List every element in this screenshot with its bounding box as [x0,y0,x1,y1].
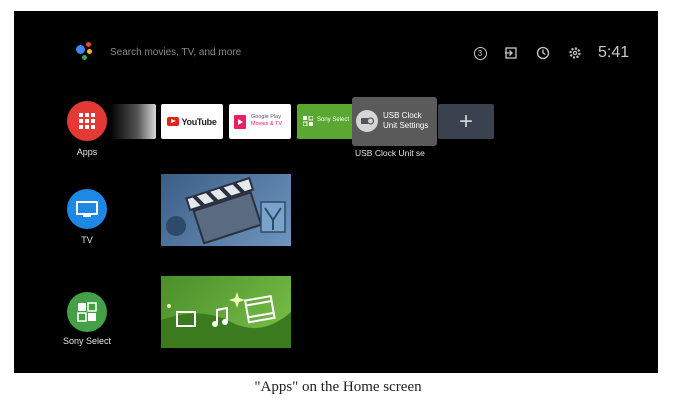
usb-card-title-line1: USB Clock [383,111,422,120]
tv-icon [76,201,98,217]
apps-button[interactable] [67,101,107,141]
clock-time: 5:41 [598,44,630,61]
input-icon[interactable] [504,46,518,60]
google-assistant-icon[interactable] [76,41,98,63]
youtube-play-icon [167,117,180,126]
google-play-movies-card[interactable]: Google Play Movies & TV [229,104,291,139]
google-play-line2: Movies & TV [251,121,283,127]
tv-label: TV [81,235,93,245]
usb-card-title-line2: Unit Settings [383,120,429,130]
add-icon: + [458,107,473,135]
google-play-movies-icon [234,115,246,129]
clapperboard-icon [166,176,286,245]
sony-select-content-thumbnail[interactable] [161,276,291,348]
sony-select-icon [77,302,97,322]
tv-button[interactable] [67,189,107,229]
tv-content-thumbnail[interactable] [161,174,291,246]
tv-home-screen: Search movies, TV, and more 3 5:41 Apps … [14,11,658,373]
timer-icon[interactable] [536,46,550,60]
notifications-icon[interactable]: 3 [473,46,487,60]
apps-grid-icon [79,113,95,129]
figure-caption: "Apps" on the Home screen [254,379,422,395]
app-card-faded[interactable] [110,104,156,139]
google-play-line1: Google Play [251,114,281,120]
notifications-count: 3 [473,46,487,60]
settings-gear-icon[interactable] [568,46,582,60]
sony-select-small-icon [303,116,313,126]
usb-clock-icon [356,110,378,132]
sony-select-label: Sony Select [62,336,112,346]
apps-label: Apps [76,147,98,157]
search-input[interactable]: Search movies, TV, and more [110,47,241,58]
add-app-card[interactable]: + [438,104,494,139]
youtube-label: YouTube [181,116,217,127]
music-film-icon [161,292,291,348]
usb-card-caption: USB Clock Unit se [355,148,425,158]
usb-clock-unit-settings-card[interactable]: USB Clock Unit Settings [352,97,437,146]
sony-select-button[interactable] [67,292,107,332]
sony-select-app-card[interactable]: Sony Select [297,104,359,139]
sony-select-card-label: Sony Select [317,117,350,123]
youtube-app-card[interactable]: YouTube [161,104,223,139]
